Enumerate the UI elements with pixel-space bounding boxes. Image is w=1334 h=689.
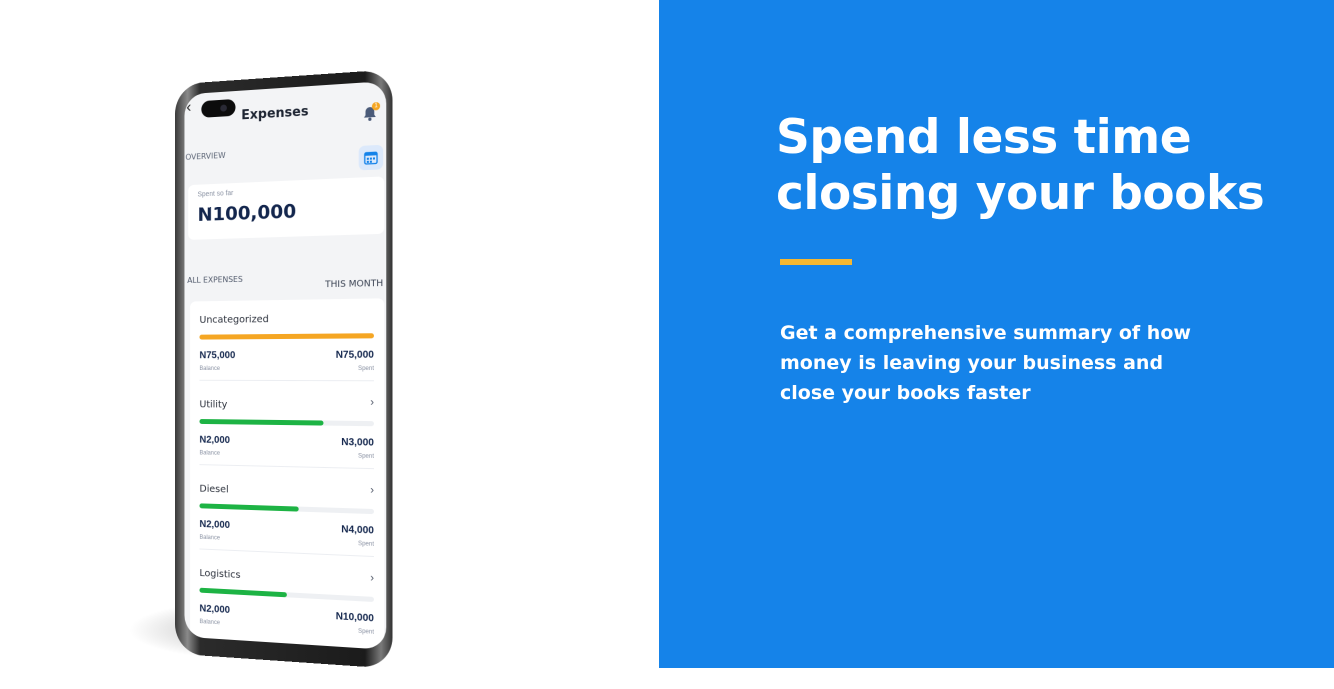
camera-cutout	[201, 98, 236, 118]
progress-fill	[199, 419, 324, 426]
progress-track	[199, 333, 374, 340]
phone-showcase: ‹ Expenses 1 OVERVIEW Spent so far N100,…	[0, 0, 659, 689]
divider	[199, 379, 374, 382]
spent-value: N10,000	[335, 611, 374, 625]
overview-label: OVERVIEW	[185, 150, 226, 162]
calendar-icon	[364, 150, 378, 165]
list-item[interactable]: Uncategorized N75,000 Balance N75,000 Sp…	[199, 313, 374, 401]
balance-label: Balance	[199, 619, 220, 627]
screen-title: Expenses	[241, 104, 309, 124]
category-name: Diesel	[199, 483, 229, 496]
progress-track	[199, 503, 374, 515]
spent-label: Spent	[357, 628, 374, 636]
spent-so-far-label: Spent so far	[197, 190, 234, 199]
balance-value: N2,000	[199, 603, 231, 616]
progress-track	[199, 587, 374, 603]
progress-fill	[199, 333, 374, 340]
chevron-right-icon: ›	[370, 396, 374, 409]
spent-value: N4,000	[341, 524, 374, 537]
divider	[199, 464, 374, 470]
expense-list: Uncategorized N75,000 Balance N75,000 Sp…	[190, 298, 385, 650]
feature-description: Get a comprehensive summary of how money…	[780, 322, 1191, 404]
accent-divider	[780, 259, 852, 265]
balance-label: Balance	[199, 450, 220, 457]
category-name: Utility	[199, 399, 228, 411]
feature-headline: Spend less time closing your books	[776, 110, 1265, 221]
spent-value: N75,000	[335, 349, 374, 361]
all-expenses-label: ALL EXPENSES	[187, 274, 243, 285]
progress-fill	[199, 503, 299, 512]
calendar-button[interactable]	[358, 144, 384, 171]
list-item[interactable]: Logistics › N2,000 Balance N10,000 Spent	[199, 568, 374, 650]
list-item[interactable]: Diesel › N2,000 Balance N4,000 Spent	[199, 484, 374, 577]
progress-track	[199, 419, 374, 427]
balance-label: Balance	[199, 366, 220, 372]
period-filter[interactable]: THIS MONTH	[325, 279, 383, 290]
chevron-left-icon[interactable]: ‹	[186, 99, 191, 116]
notification-badge: 1	[371, 101, 381, 111]
feature-panel: Spend less time closing your books Get a…	[659, 0, 1334, 668]
spent-label: Spent	[357, 541, 374, 548]
balance-label: Balance	[199, 534, 220, 542]
chevron-right-icon: ›	[370, 484, 374, 497]
phone-mockup: ‹ Expenses 1 OVERVIEW Spent so far N100,…	[175, 69, 393, 669]
balance-value: N2,000	[199, 434, 231, 447]
spent-label: Spent	[357, 365, 374, 373]
phone-screen: ‹ Expenses 1 OVERVIEW Spent so far N100,…	[184, 81, 387, 650]
balance-value: N75,000	[199, 350, 236, 362]
category-name: Uncategorized	[199, 314, 269, 326]
chevron-right-icon: ›	[370, 572, 374, 585]
spent-value: N3,000	[341, 436, 374, 449]
list-item[interactable]: Utility › N2,000 Balance N3,000 Spent	[199, 396, 374, 488]
balance-value: N2,000	[199, 519, 231, 532]
spent-summary-card: Spent so far N100,000	[188, 176, 385, 240]
spent-so-far-value: N100,000	[197, 200, 297, 226]
divider	[199, 548, 374, 558]
spent-label: Spent	[357, 453, 374, 460]
progress-fill	[199, 587, 287, 598]
category-name: Logistics	[199, 568, 241, 581]
